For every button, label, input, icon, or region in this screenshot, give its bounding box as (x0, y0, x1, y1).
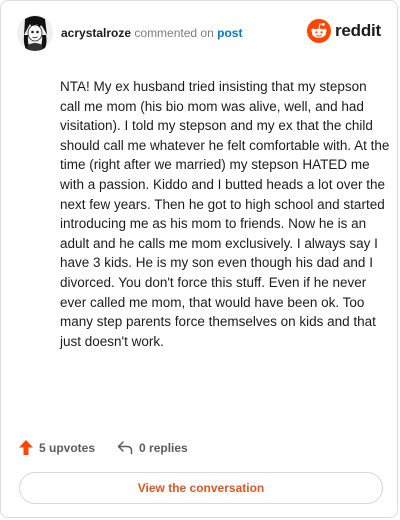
reddit-logo[interactable]: reddit (306, 19, 381, 43)
upvotes[interactable]: 5 upvotes (19, 440, 95, 455)
avatar[interactable] (17, 15, 53, 51)
username[interactable]: acrystalroze (61, 26, 131, 40)
replies-label: 0 replies (139, 440, 188, 455)
user-avatar-icon (17, 15, 53, 51)
upvotes-label: 5 upvotes (39, 440, 96, 455)
comment-header: acrystalroze commented on post (61, 26, 242, 40)
reply-arrow-icon (117, 440, 133, 454)
reddit-alien-icon (306, 19, 331, 43)
reddit-wordmark: reddit (334, 21, 381, 40)
comment-body: NTA! My ex husband tried insisting that … (60, 79, 390, 349)
replies[interactable]: 0 replies (117, 441, 188, 455)
view-conversation-button[interactable]: View the conversation (19, 472, 383, 504)
post-link[interactable]: post (217, 26, 242, 40)
upvote-arrow-icon (19, 440, 33, 455)
comment-card: acrystalroze commented on post reddit NT… (0, 0, 398, 518)
comment-footer: 5 upvotes 0 replies (19, 440, 210, 455)
commented-on-label: commented on (134, 26, 214, 40)
